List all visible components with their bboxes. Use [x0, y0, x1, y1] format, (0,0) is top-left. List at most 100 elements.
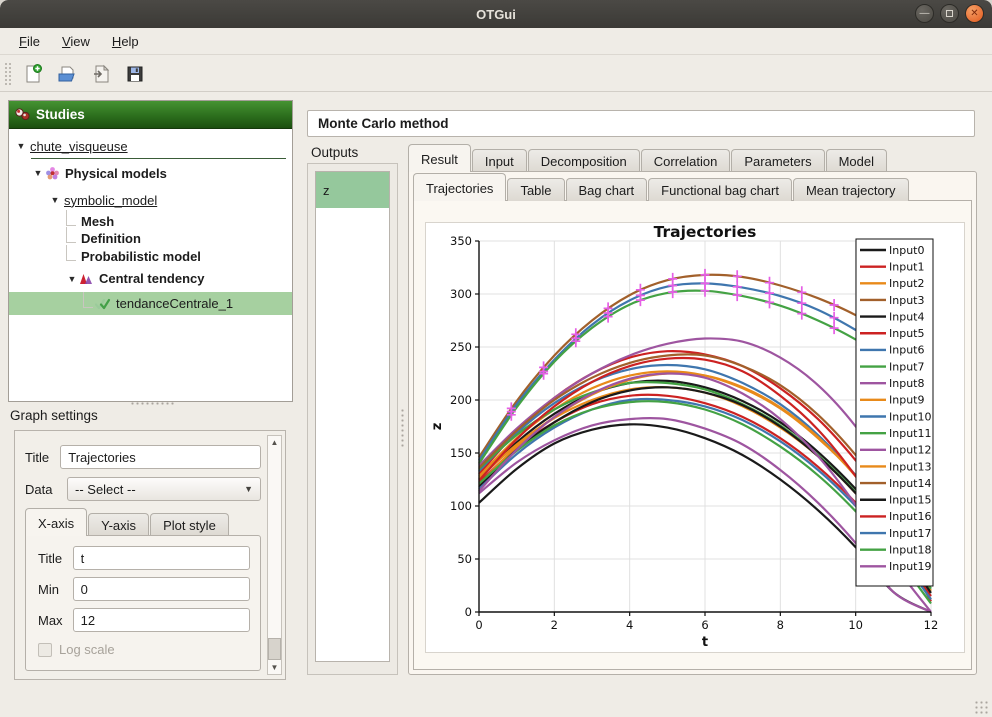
tree-item-physical-models[interactable]: ▼ Physical models [9, 159, 292, 187]
tree-item-probabilistic-model[interactable]: Probabilistic model [9, 247, 292, 265]
trajectories-plot: 024681012050100150200250300350tzTrajecto… [426, 223, 966, 654]
svg-text:Input6: Input6 [889, 344, 924, 357]
tree-item-label: symbolic_model [61, 193, 160, 208]
expander-icon[interactable]: ▼ [32, 168, 44, 178]
svg-text:4: 4 [626, 618, 633, 632]
graph-settings-panel: Title Data -- Select -- ▼ X-axisY-axisPl… [14, 430, 286, 680]
graph-title-input[interactable] [60, 445, 261, 469]
maximize-button[interactable] [940, 4, 959, 23]
studies-panel: Studies ▼chute_visqueuse▼Physical models… [8, 100, 293, 402]
title-bar[interactable]: OTGui — ✕ [0, 0, 992, 28]
svg-text:Trajectories: Trajectories [654, 223, 757, 241]
svg-text:0: 0 [475, 618, 482, 632]
tree-branch-line [66, 210, 76, 226]
tree-item-symbolic-model[interactable]: ▼symbolic_model [9, 187, 292, 213]
close-icon: ✕ [970, 9, 978, 19]
tab-parameters[interactable]: Parameters [731, 149, 824, 172]
x-axis-title-label: Title [38, 551, 73, 566]
tab-result[interactable]: Result [408, 144, 471, 172]
chevron-down-icon: ▼ [244, 484, 253, 494]
scrollbar-thumb[interactable] [268, 638, 281, 660]
svg-text:350: 350 [450, 234, 472, 248]
tree-item-chute-visqueuse[interactable]: ▼chute_visqueuse [9, 133, 292, 159]
outputs-panel: z [307, 163, 398, 675]
tree-branch-line [66, 227, 76, 243]
x-axis-min-input[interactable] [73, 577, 250, 601]
svg-text:Input17: Input17 [889, 527, 931, 540]
tree-branch-line [66, 245, 76, 261]
toolbar-drag-handle[interactable] [4, 62, 12, 86]
tree-item-tendancecentrale-1[interactable]: tendanceCentrale_1 [9, 292, 292, 315]
menu-item-view[interactable]: View [53, 31, 99, 52]
scroll-down-icon[interactable]: ▼ [268, 661, 281, 674]
menu-item-file[interactable]: File [10, 31, 49, 52]
resize-grip[interactable] [974, 700, 988, 714]
subtab-mean-trajectory[interactable]: Mean trajectory [793, 178, 909, 201]
tree-item-label: tendanceCentrale_1 [113, 296, 236, 311]
svg-text:250: 250 [450, 340, 472, 354]
tree-item-definition[interactable]: Definition [9, 230, 292, 247]
svg-text:Input12: Input12 [889, 444, 931, 457]
axis-tabs: X-axisY-axisPlot style [25, 508, 230, 536]
tree-item-label: Probabilistic model [78, 249, 204, 264]
tab-x-axis[interactable]: X-axis [25, 508, 87, 536]
menu-item-help[interactable]: Help [103, 31, 148, 52]
open-study-button[interactable] [52, 60, 82, 88]
tab-decomposition[interactable]: Decomposition [528, 149, 640, 172]
svg-text:Input9: Input9 [889, 394, 924, 407]
trajectories-chart[interactable]: 024681012050100150200250300350tzTrajecto… [425, 222, 965, 653]
result-tabs: ResultInputDecompositionCorrelationParam… [408, 146, 888, 172]
subtab-functional-bag-chart[interactable]: Functional bag chart [648, 178, 792, 201]
x-axis-max-label: Max [38, 613, 73, 628]
tab-model[interactable]: Model [826, 149, 887, 172]
menu-bar: FileViewHelp [0, 28, 992, 55]
scroll-up-icon[interactable]: ▲ [268, 436, 281, 449]
tab-plot-style[interactable]: Plot style [150, 513, 229, 536]
expander-icon[interactable]: ▼ [49, 195, 61, 205]
graph-settings-scrollbar[interactable]: ▲ ▼ [267, 435, 282, 675]
minimize-icon: — [920, 9, 930, 19]
graph-data-label: Data [25, 482, 67, 497]
x-axis-title-input[interactable] [73, 546, 250, 570]
new-study-button[interactable] [18, 60, 48, 88]
tab-input[interactable]: Input [472, 149, 527, 172]
tree-branch-line [83, 292, 93, 308]
vertical-splitter-handle[interactable] [400, 408, 406, 448]
output-item-z[interactable]: z [316, 172, 389, 208]
log-scale-checkbox[interactable] [38, 643, 52, 657]
graph-data-select[interactable]: -- Select -- ▼ [67, 477, 261, 501]
save-button[interactable] [120, 60, 150, 88]
log-scale-label: Log scale [59, 642, 115, 657]
x-axis-min-label: Min [38, 582, 73, 597]
svg-text:Input11: Input11 [889, 427, 931, 440]
subtab-table[interactable]: Table [507, 178, 564, 201]
tree-item-label: Definition [78, 231, 144, 246]
svg-text:Input1: Input1 [889, 260, 924, 273]
x-axis-tab-pane: Title Min Max Log scale [25, 535, 261, 671]
horizontal-splitter-handle[interactable] [130, 401, 174, 407]
svg-text:Input3: Input3 [889, 294, 924, 307]
studies-panel-header: Studies [9, 101, 292, 129]
studies-icon [15, 108, 31, 121]
toolbar [0, 56, 992, 92]
tab-y-axis[interactable]: Y-axis [88, 513, 149, 536]
svg-text:100: 100 [450, 499, 472, 513]
subtab-trajectories[interactable]: Trajectories [413, 173, 506, 201]
minimize-button[interactable]: — [915, 4, 934, 23]
central-tendency-icon [78, 272, 94, 285]
subtab-bag-chart[interactable]: Bag chart [566, 178, 648, 201]
svg-text:Input19: Input19 [889, 560, 931, 573]
expander-icon[interactable]: ▼ [15, 141, 27, 151]
tab-correlation[interactable]: Correlation [641, 149, 731, 172]
svg-text:50: 50 [457, 552, 472, 566]
import-script-button[interactable] [86, 60, 116, 88]
tree-item-central-tendency[interactable]: ▼Central tendency [9, 265, 292, 292]
open-study-icon [57, 64, 77, 84]
close-button[interactable]: ✕ [965, 4, 984, 23]
physical-models-icon [44, 166, 60, 180]
svg-text:Input5: Input5 [889, 327, 924, 340]
x-axis-max-input[interactable] [73, 608, 250, 632]
tree-item-label: Physical models [62, 166, 170, 181]
tree-item-mesh[interactable]: Mesh [9, 213, 292, 230]
expander-icon[interactable]: ▼ [66, 274, 78, 284]
